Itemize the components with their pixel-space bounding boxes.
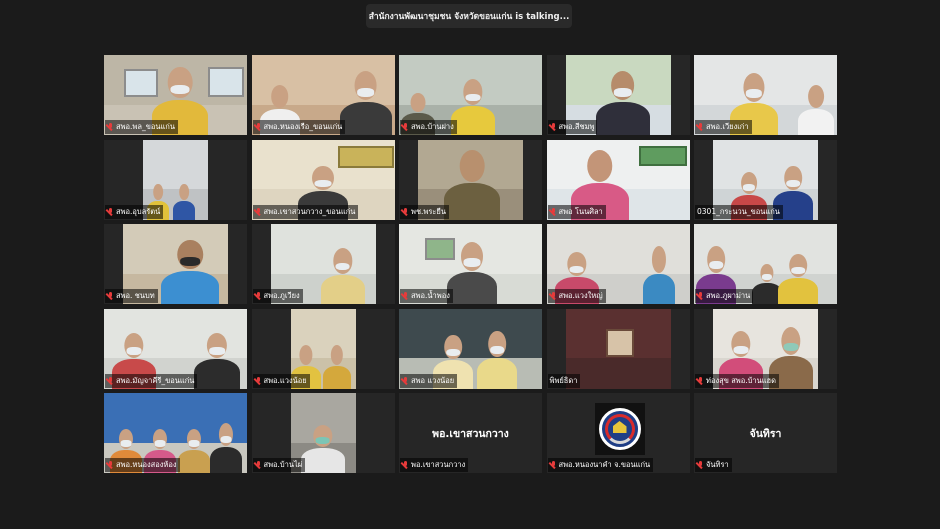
participant-tile[interactable]: พิพย์ธิดา (546, 308, 690, 389)
active-speaker-banner: สำนักงานพัฒนาชุมชน จังหวัดขอนแก่น is tal… (366, 4, 572, 28)
participant-name-label: 0301_กระนวน_ขอนแก่น (695, 204, 783, 219)
participant-name-label: สพอ.บ้านฝาง (400, 120, 457, 134)
participant-name-label: สพอ.อุบลรัตน์ (105, 204, 164, 219)
participant-display-name: พอ.เขาสวนกวาง (432, 428, 509, 440)
gallery-view-grid: สพอ.พล_ขอนแก่น สพอ.หนองเรือ_ขอนแก่น สพอ.… (104, 55, 837, 473)
participant-name-label: สพอ.พล_ขอนแก่น (105, 120, 178, 134)
participant-display-name: จันทิรา (749, 428, 782, 440)
mic-muted-icon (402, 461, 409, 469)
mic-muted-icon (107, 207, 114, 216)
participant-name-label: สพอ.เวียงเก่า (695, 120, 752, 134)
participant-tile[interactable]: สพอ.ภูเวียง (251, 224, 395, 304)
participant-name-label: สพอ โนนศิลา (547, 204, 606, 219)
participant-name-label: พอ.เขาสวนกวาง (400, 458, 469, 472)
participant-tile[interactable]: สพอ.บ้านไผ่ (251, 393, 395, 473)
active-speaker-text: สำนักงานพัฒนาชุมชน จังหวัดขอนแก่น is tal… (368, 12, 570, 22)
mic-muted-icon (255, 461, 262, 469)
participant-name-label: สพอ.มัญจาคีรี_ขอนแก่น (105, 373, 198, 388)
participant-name-label: สพอ.แวงใหญ่ (547, 289, 606, 303)
mic-muted-icon (255, 123, 262, 131)
participant-tile[interactable]: สพอ.น้ำพอง (399, 224, 542, 304)
participant-name-label: สพอ.หนองเรือ_ขอนแก่น (252, 120, 346, 134)
participant-tile[interactable]: สพอ.หนองนาคำ จ.ขอนแก่น (546, 393, 690, 473)
participant-name-label: ท่องสุข สพอ.บ้านแฮด (695, 373, 779, 388)
mic-muted-icon (697, 123, 704, 131)
participant-tile[interactable]: สพอ.หนองสองห้อง (104, 393, 247, 473)
mic-muted-icon (255, 207, 262, 216)
participant-name-label: สพอ.แวงน้อย (252, 373, 310, 388)
mic-muted-icon (697, 461, 704, 469)
mic-muted-icon (697, 292, 704, 300)
mic-muted-icon (550, 292, 557, 300)
mic-muted-icon (107, 292, 114, 300)
participant-name-label: สพอ.ภูผาม่าน (695, 289, 754, 303)
participant-tile[interactable]: สพอ.พล_ขอนแก่น (104, 55, 247, 135)
participant-name-label: สพอ. ชนบท (105, 289, 158, 303)
mic-muted-icon (402, 123, 409, 131)
participant-video (565, 308, 671, 389)
participant-tile[interactable]: สพอ.มัญจาคีรี_ขอนแก่น (104, 308, 247, 389)
participant-tile[interactable]: จันทิรา จันทิรา (694, 393, 837, 473)
participant-tile[interactable]: สพอ.อุบลรัตน์ (104, 139, 247, 220)
participant-tile[interactable]: สพอ โนนศิลา (546, 139, 690, 220)
mic-muted-icon (402, 292, 409, 300)
participant-profile-picture (594, 403, 645, 455)
participant-tile[interactable]: สพอ. ชนบท (104, 224, 247, 304)
mic-muted-icon (550, 207, 557, 216)
mic-muted-icon (255, 292, 262, 300)
participant-name-label: สพอ แวงน้อย (400, 373, 458, 388)
participant-name-label: พิพย์ธิดา (547, 373, 581, 388)
participant-tile[interactable]: 0301_กระนวน_ขอนแก่น (694, 139, 837, 220)
participant-name-label: สพอ.บ้านไผ่ (252, 458, 306, 472)
mic-muted-icon (402, 376, 409, 385)
participant-name-label: สพอ.เขาสวนกวาง_ขอนแก่น (252, 204, 359, 219)
participant-tile[interactable]: สพอ.เวียงเก่า (694, 55, 837, 135)
mic-muted-icon (107, 123, 114, 131)
participant-tile[interactable]: สพอ.หนองเรือ_ขอนแก่น (251, 55, 395, 135)
mic-muted-icon (255, 376, 262, 385)
participant-name-label: สพอ.น้ำพอง (400, 289, 453, 303)
participant-tile[interactable]: พช.พระยืน (399, 139, 542, 220)
participant-tile[interactable]: พอ.เขาสวนกวาง พอ.เขาสวนกวาง (399, 393, 542, 473)
participant-tile[interactable]: สพอ.บ้านฝาง (399, 55, 542, 135)
participant-name-label: สพอ.หนองนาคำ จ.ขอนแก่น (547, 458, 654, 472)
participant-tile[interactable]: สพอ.เขาสวนกวาง_ขอนแก่น (251, 139, 395, 220)
participant-name-label: พช.พระยืน (400, 204, 449, 219)
participant-tile[interactable]: สพอ.แวงใหญ่ (546, 224, 690, 304)
participant-tile[interactable]: สพอ.ภูผาม่าน (694, 224, 837, 304)
participant-name-label: สพอ.ภูเวียง (252, 289, 303, 303)
participant-tile[interactable]: ท่องสุข สพอ.บ้านแฮด (694, 308, 837, 389)
mic-muted-icon (550, 461, 557, 469)
participant-tile[interactable]: สพอ.สีชมพู (546, 55, 690, 135)
mic-muted-icon (402, 207, 409, 216)
mic-muted-icon (107, 376, 114, 385)
mic-muted-icon (697, 376, 704, 385)
participant-name-label: สพอ.หนองสองห้อง (105, 458, 180, 472)
participant-name-label: สพอ.สีชมพู (547, 120, 598, 134)
participant-name-label: จันทิรา (695, 458, 732, 472)
participant-tile[interactable]: สพอ.แวงน้อย (251, 308, 395, 389)
participant-tile[interactable]: สพอ แวงน้อย (399, 308, 542, 389)
mic-muted-icon (550, 123, 557, 131)
organization-logo-icon (598, 408, 641, 450)
mic-muted-icon (107, 461, 114, 469)
